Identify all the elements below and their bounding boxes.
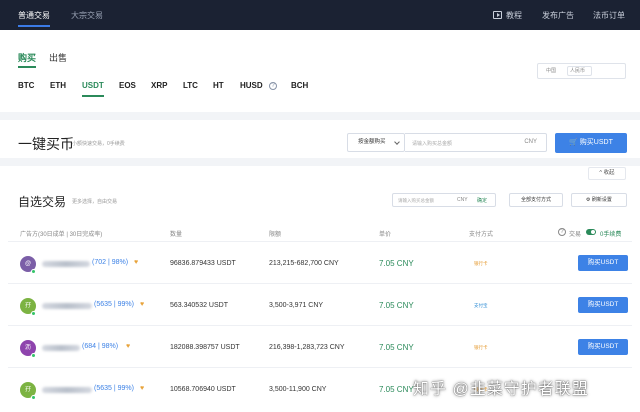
tab-block-trade[interactable]: 大宗交易 [71, 0, 103, 30]
payment-method-badge: 银行卡 [474, 345, 488, 350]
filter-confirm-button[interactable]: 确定 [477, 197, 487, 204]
online-status-dot [31, 353, 36, 358]
header-merchant: 广告方(30日成单 | 30日完成率) [20, 232, 103, 238]
coin-tab-btc[interactable]: BTC [18, 81, 34, 90]
coin-tab-usdt[interactable]: USDT [82, 81, 104, 97]
filter-amount-input[interactable]: 请输入购买总金额 CNY 确定 [392, 193, 496, 207]
collapse-button[interactable]: ^ 收起 [588, 167, 626, 180]
table-row: @ (702 | 98%) ♥ 96836.879433 USDT 213,21… [8, 241, 632, 283]
payment-filter-select[interactable]: 全部支付方式 [509, 193, 563, 207]
medal-icon: ♥ [126, 343, 131, 350]
tutorial-link[interactable]: 教程 [506, 0, 522, 30]
price: 7.05 CNY [379, 343, 414, 352]
buy-mode-label: 按金额购买 [358, 139, 386, 145]
header-limit: 限额 [269, 232, 282, 238]
chevron-down-icon [394, 139, 400, 145]
zero-fee-toggle[interactable] [586, 229, 596, 235]
coin-tab-ltc[interactable]: LTC [183, 81, 198, 90]
merchant-stats: (702 | 98%) [92, 259, 129, 266]
region-label: 中国 [546, 68, 557, 74]
tab-sell[interactable]: 出售 [49, 51, 67, 64]
zero-fee-label: 0手续费 [600, 232, 622, 238]
amount-unit: CNY [524, 139, 537, 145]
chevron-up-icon: ^ [599, 170, 603, 176]
header-quantity: 数量 [170, 232, 183, 238]
quantity: 10568.706940 USDT [170, 386, 236, 393]
currency-label: 人民币 [570, 68, 586, 74]
tab-normal-trade[interactable]: 普通交易 [18, 0, 50, 30]
merchant-name-blurred[interactable] [42, 303, 92, 309]
refresh-settings-label: 刷新设置 [591, 197, 612, 203]
quick-buy-title: 一键买币 [18, 136, 74, 152]
collapse-label: 收起 [603, 170, 615, 176]
table-row: 沥 (684 | 98%) ♥ 182088.398757 USDT 216,3… [8, 325, 632, 367]
section-divider [0, 158, 640, 166]
price: 7.05 CNY [379, 385, 414, 394]
filter-amount-placeholder: 请输入购买总金额 [398, 198, 434, 203]
gear-icon: ⚙ [586, 197, 591, 203]
merchant-stats: (5635 | 99%) [94, 385, 134, 392]
filter-amount-unit: CNY [457, 197, 468, 203]
optional-trade-title: 自选交易 [18, 195, 67, 209]
quantity: 563.340532 USDT [170, 302, 228, 309]
fiat-currency-selector[interactable]: 中国 人民币 [537, 63, 626, 79]
merchant-name-blurred[interactable] [42, 387, 92, 393]
payment-method-badge: 银行卡 [474, 261, 488, 266]
medal-icon: ♥ [140, 301, 145, 308]
price: 7.05 CNY [379, 301, 414, 310]
header-price: 单价 [379, 232, 392, 238]
merchant-name-blurred[interactable] [42, 261, 90, 267]
quick-buy-button-label: 购买USDT [579, 139, 613, 146]
help-icon[interactable]: ? [558, 228, 566, 236]
merchant-name-blurred[interactable] [42, 345, 80, 351]
table-row: 孖 (5635 | 99%) ♥ 563.340532 USDT 3,500-3… [8, 283, 632, 325]
tutorial-icon [493, 11, 502, 19]
medal-icon: ♥ [140, 385, 145, 392]
online-status-dot [31, 395, 36, 400]
post-ad-link[interactable]: 发布广告 [542, 0, 574, 30]
medal-icon: ♥ [134, 259, 139, 266]
coin-tab-xrp[interactable]: XRP [151, 81, 167, 90]
refresh-settings-button[interactable]: ⚙ 刷新设置 [571, 193, 627, 207]
coin-tab-eos[interactable]: EOS [119, 81, 136, 90]
coin-tab-eth[interactable]: ETH [50, 81, 66, 90]
limit: 213,215-682,700 CNY [269, 260, 339, 267]
online-status-dot [31, 269, 36, 274]
quantity: 182088.398757 USDT [170, 344, 240, 351]
amount-placeholder: 请输入购买总金额 [412, 141, 453, 147]
limit: 3,500-11,900 CNY [269, 386, 327, 393]
coin-tab-bch[interactable]: BCH [291, 81, 308, 90]
merchant-stats: (684 | 98%) [82, 343, 119, 350]
buy-usdt-button[interactable]: 购买USDT [578, 297, 628, 313]
quick-buy-amount-input[interactable]: 请输入购买总金额 CNY [405, 133, 547, 152]
buy-usdt-button[interactable]: 购买USDT [578, 255, 628, 271]
coin-tab-husd[interactable]: HUSD [240, 81, 263, 90]
limit: 3,500-3,971 CNY [269, 302, 324, 309]
info-icon[interactable]: ? [269, 82, 277, 90]
limit: 216,398-1,283,723 CNY [269, 344, 345, 351]
merchant-stats: (5635 | 99%) [94, 301, 134, 308]
quick-buy-button[interactable]: 🛒 购买USDT [555, 133, 627, 153]
fiat-orders-link[interactable]: 法币订单 [593, 0, 625, 30]
online-status-dot [31, 311, 36, 316]
header-action: 交易 [569, 232, 582, 238]
buy-mode-select[interactable]: 按金额购买 [347, 133, 405, 152]
coin-tab-ht[interactable]: HT [213, 81, 224, 90]
top-nav: 普通交易 大宗交易 教程 发布广告 法币订单 [0, 0, 640, 30]
buy-usdt-button[interactable]: 购买USDT [578, 339, 628, 355]
quick-buy-subtitle: 小额快速交易，0手续费 [72, 141, 125, 147]
watermark: 知乎 @韭菜守护者联盟 [413, 381, 589, 398]
quantity: 96836.879433 USDT [170, 260, 236, 267]
price: 7.05 CNY [379, 259, 414, 268]
tab-buy[interactable]: 购买 [18, 51, 37, 68]
payment-method-badge: 支付宝 [474, 303, 488, 308]
optional-trade-subtitle: 更多选择，自由交易 [72, 199, 118, 205]
section-divider [0, 112, 640, 120]
header-payment: 支付方式 [469, 232, 494, 238]
cart-icon: 🛒 [569, 139, 578, 146]
